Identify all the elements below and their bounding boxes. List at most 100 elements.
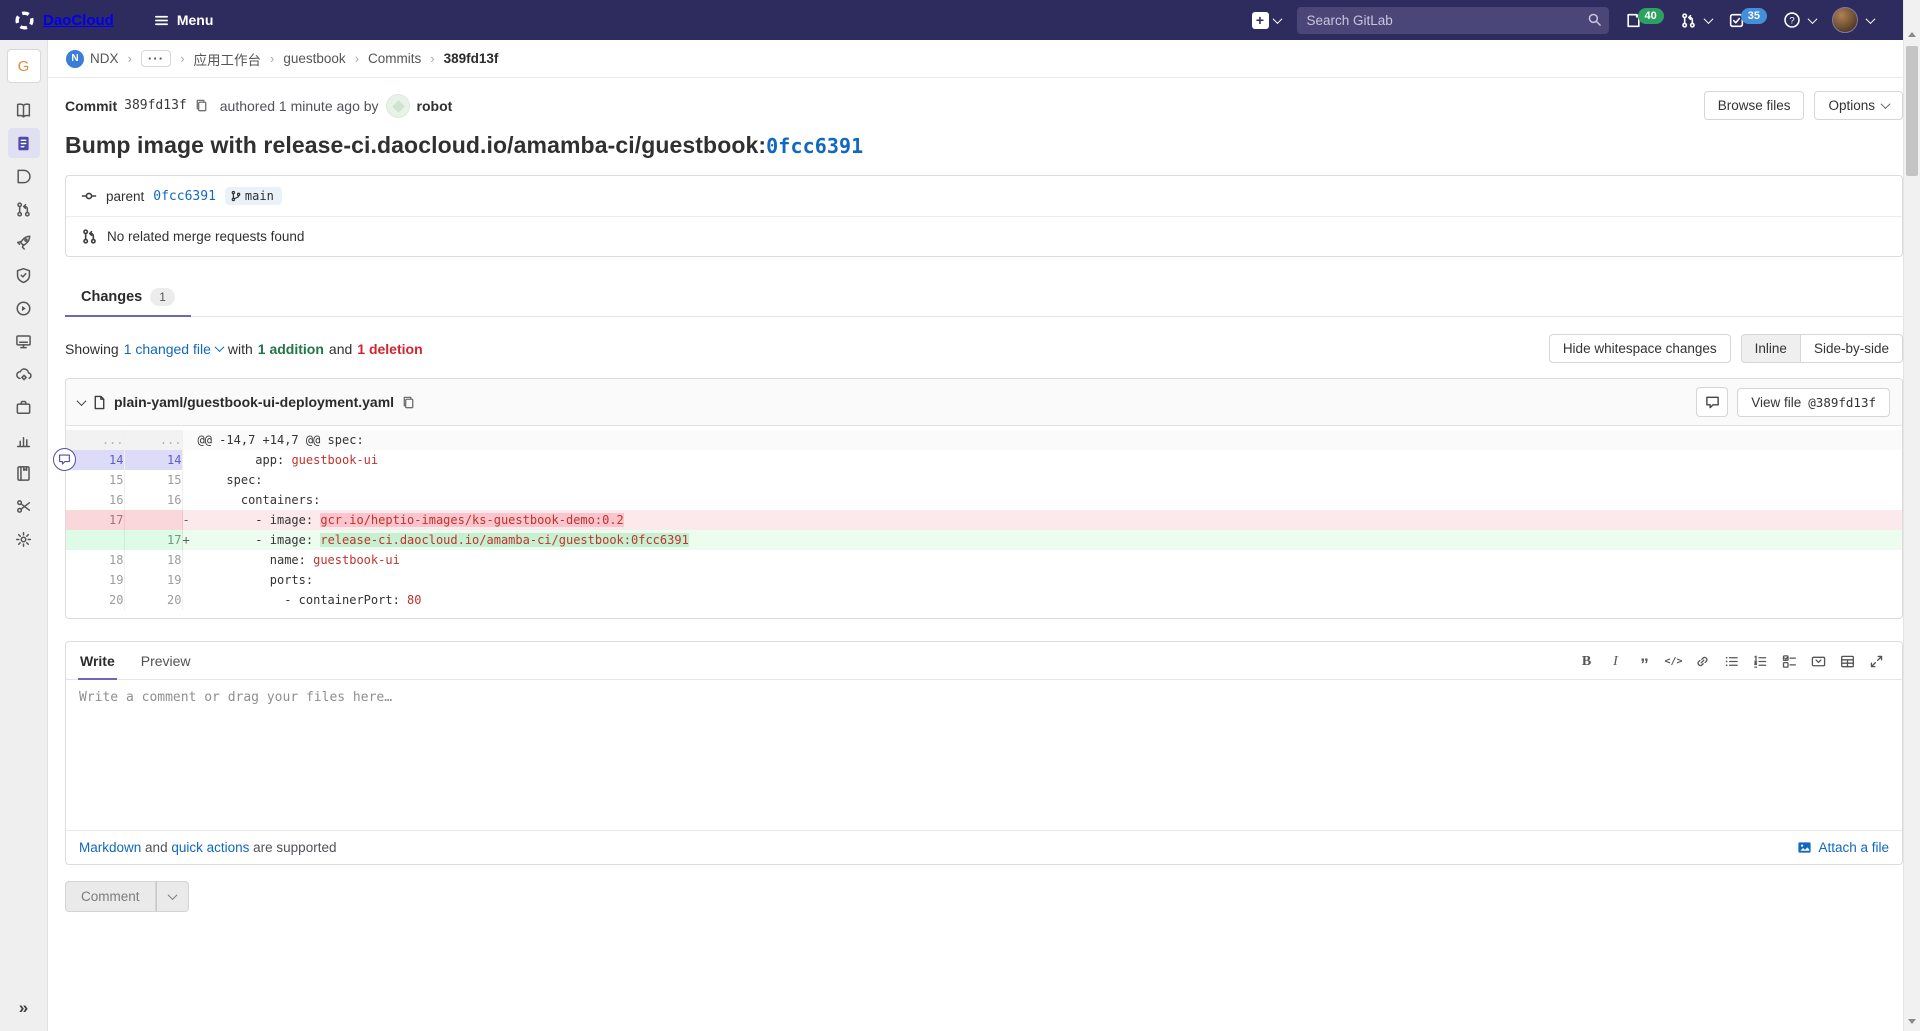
breadcrumb-ellipsis-button[interactable]: ··· xyxy=(141,50,171,67)
new-line-number[interactable]: 16 xyxy=(124,490,182,510)
sidebar-expand-button[interactable]: » xyxy=(0,993,47,1023)
comment-options-caret[interactable] xyxy=(156,881,189,912)
breadcrumb-group-link[interactable]: N NDX xyxy=(66,50,119,68)
file-name-link[interactable]: plain-yaml/guestbook-ui-deployment.yaml xyxy=(114,394,394,410)
author-name[interactable]: robot xyxy=(417,98,453,114)
italic-button[interactable]: I xyxy=(1602,648,1629,675)
sidebar-item-deployments[interactable] xyxy=(8,359,40,389)
link-button[interactable] xyxy=(1689,648,1716,675)
diff-file: plain-yaml/guestbook-ui-deployment.yaml xyxy=(65,378,1903,619)
sidebar-item-operations[interactable] xyxy=(8,293,40,323)
tab-preview[interactable]: Preview xyxy=(139,642,193,680)
toggle-comments-button[interactable] xyxy=(1696,387,1728,417)
collapsible-section-button[interactable] xyxy=(1805,648,1832,675)
new-line-number[interactable]: 17 xyxy=(124,530,182,550)
bullet-list-icon xyxy=(1724,654,1739,669)
breadcrumb-project-link[interactable]: guestbook xyxy=(283,51,345,66)
tab-write[interactable]: Write xyxy=(78,642,117,680)
fullscreen-button[interactable] xyxy=(1863,648,1890,675)
diff-line: 1515 spec: xyxy=(66,470,1902,490)
packages-registries-icon xyxy=(15,399,32,416)
new-line-number[interactable]: 19 xyxy=(124,570,182,590)
new-menu-button[interactable]: + xyxy=(1252,12,1281,29)
settings-icon xyxy=(15,531,32,548)
comment-textarea[interactable] xyxy=(66,680,1902,830)
quick-actions-help-link[interactable]: quick actions xyxy=(171,840,249,855)
new-line-number[interactable]: 20 xyxy=(124,590,182,610)
options-dropdown-button[interactable]: Options xyxy=(1814,91,1903,120)
collapse-file-button[interactable] xyxy=(78,399,85,406)
attach-file-button[interactable]: Attach a file xyxy=(1797,840,1889,855)
daocloud-logo-link[interactable]: DaoCloud xyxy=(14,10,114,31)
sidebar-item-project-overview[interactable] xyxy=(8,95,40,125)
old-line-number[interactable] xyxy=(66,530,124,550)
sidebar-item-merge-requests[interactable] xyxy=(8,194,40,224)
todos-button[interactable]: 35 xyxy=(1728,12,1767,29)
side-by-side-view-button[interactable]: Side-by-side xyxy=(1800,334,1903,363)
quote-button[interactable]: ” xyxy=(1631,648,1658,675)
comment-button[interactable]: Comment xyxy=(65,881,156,912)
search-input[interactable] xyxy=(1297,7,1609,34)
add-comment-indicator[interactable] xyxy=(53,448,76,471)
window-scrollbar[interactable] xyxy=(1903,0,1920,1031)
markdown-help-link[interactable]: Markdown xyxy=(79,840,141,855)
sidebar-item-wiki[interactable] xyxy=(8,458,40,488)
parent-sha-link[interactable]: 0fcc6391 xyxy=(153,189,216,204)
old-line-number[interactable]: 16 xyxy=(66,490,124,510)
numbered-list-icon xyxy=(1753,654,1768,669)
table-button[interactable] xyxy=(1834,648,1861,675)
breadcrumb: N NDX › ··· › 应用工作台 › guestbook › Commit… xyxy=(48,40,1920,78)
numbered-list-button[interactable] xyxy=(1747,648,1774,675)
help-menu-button[interactable]: ? xyxy=(1783,11,1816,29)
old-line-number[interactable]: 19 xyxy=(66,570,124,590)
sidebar-item-issues[interactable] xyxy=(8,161,40,191)
new-line-number[interactable] xyxy=(124,510,182,530)
diff-file-header: plain-yaml/guestbook-ui-deployment.yaml xyxy=(66,379,1902,426)
menu-button[interactable]: Menu xyxy=(154,12,214,28)
project-avatar[interactable]: G xyxy=(7,49,41,83)
commit-label: Commit xyxy=(65,98,117,114)
old-line-number[interactable]: 15 xyxy=(66,470,124,490)
breadcrumb-commits-link[interactable]: Commits xyxy=(368,51,421,66)
snippets-icon xyxy=(15,498,32,515)
inline-view-button[interactable]: Inline xyxy=(1741,334,1800,363)
additions-count: 1 addition xyxy=(258,341,324,357)
sidebar-item-analytics[interactable] xyxy=(8,425,40,455)
diff-line: 1818 name: guestbook-ui xyxy=(66,550,1902,570)
old-line-number[interactable]: 20 xyxy=(66,590,124,610)
code-button[interactable]: </> xyxy=(1660,648,1687,675)
sidebar-item-settings[interactable] xyxy=(8,524,40,554)
sidebar-item-security-compliance[interactable] xyxy=(8,260,40,290)
plus-icon: + xyxy=(1252,12,1269,29)
tab-changes[interactable]: Changes 1 xyxy=(65,277,191,317)
sidebar-item-snippets[interactable] xyxy=(8,491,40,521)
old-line-number[interactable]: 18 xyxy=(66,550,124,570)
sidebar-item-repository[interactable] xyxy=(8,128,40,158)
hide-whitespace-button[interactable]: Hide whitespace changes xyxy=(1549,334,1731,363)
author-avatar[interactable] xyxy=(386,94,410,118)
branch-badge[interactable]: main xyxy=(225,187,282,205)
scrollbar-down-arrow[interactable] xyxy=(1904,1013,1920,1029)
bullet-list-button[interactable] xyxy=(1718,648,1745,675)
task-list-button[interactable] xyxy=(1776,648,1803,675)
old-line-number[interactable]: 17 xyxy=(66,510,124,530)
scrollbar-thumb[interactable] xyxy=(1906,46,1918,176)
breadcrumb-workspace-link[interactable]: 应用工作台 xyxy=(194,49,262,69)
copy-file-path-button[interactable] xyxy=(401,395,416,410)
scrollbar-up-arrow[interactable] xyxy=(1904,26,1920,42)
new-line-number[interactable]: 14 xyxy=(124,450,182,470)
new-line-number[interactable]: 18 xyxy=(124,550,182,570)
copy-sha-button[interactable] xyxy=(194,98,209,113)
issues-dashboard-button[interactable]: 40 xyxy=(1625,12,1664,29)
merge-requests-menu-button[interactable] xyxy=(1680,12,1712,29)
view-file-button[interactable]: View file @389fd13f xyxy=(1737,388,1890,417)
bold-button[interactable]: B xyxy=(1573,648,1600,675)
changed-files-dropdown[interactable]: 1 changed file xyxy=(124,341,223,357)
sidebar-item-packages-registries[interactable] xyxy=(8,392,40,422)
user-menu-button[interactable] xyxy=(1832,7,1874,33)
browse-files-button[interactable]: Browse files xyxy=(1704,91,1805,120)
sidebar-item-monitor[interactable] xyxy=(8,326,40,356)
old-line-number[interactable]: 14 xyxy=(66,450,124,470)
new-line-number[interactable]: 15 xyxy=(124,470,182,490)
sidebar-item-ci-cd[interactable] xyxy=(8,227,40,257)
